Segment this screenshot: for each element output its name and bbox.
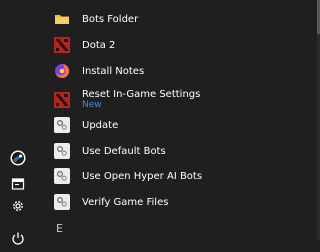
rail-settings-button[interactable] [0, 192, 36, 220]
app-list: Bots Folder Dota 2 Install Notes Reset I… [44, 0, 240, 240]
list-item-label: Update [82, 119, 119, 131]
list-item-label: Use Open Hyper AI Bots [82, 170, 203, 182]
gear-tile-icon [54, 194, 70, 210]
list-item-install-notes[interactable]: Install Notes [50, 58, 238, 84]
list-item-use-open-hyper-ai-bots[interactable]: Use Open Hyper AI Bots [50, 163, 238, 189]
list-item-bots-folder[interactable]: Bots Folder [50, 6, 238, 32]
start-menu-rail [0, 0, 36, 245]
section-header-e[interactable]: E [56, 222, 63, 235]
list-item-update[interactable]: Update [50, 112, 238, 138]
gear-tile-icon [54, 117, 70, 133]
settings-icon [13, 201, 23, 211]
new-badge: New [82, 100, 102, 110]
rail-power-button[interactable] [0, 224, 36, 252]
user-avatar-icon [10, 150, 26, 166]
list-item-label: Reset In-Game Settings [82, 89, 201, 100]
gear-tile-icon [54, 143, 70, 159]
dota-icon [54, 37, 70, 53]
list-item-label: Use Default Bots [82, 145, 166, 157]
rail-user-button[interactable] [0, 144, 36, 172]
list-item-label: Install Notes [82, 65, 145, 77]
firefox-icon [54, 63, 70, 79]
gear-tile-icon [54, 168, 70, 184]
list-item-verify-game-files[interactable]: Verify Game Files [50, 189, 238, 215]
power-icon [12, 232, 24, 245]
dota-icon [54, 92, 70, 108]
list-item-reset-in-game-settings[interactable]: Reset In-Game Settings New [50, 86, 238, 114]
list-item-use-default-bots[interactable]: Use Default Bots [50, 138, 238, 164]
list-item-label: Verify Game Files [82, 196, 169, 208]
documents-icon [11, 178, 25, 190]
list-item-label: Bots Folder [82, 13, 139, 25]
list-item-label: Dota 2 [82, 39, 116, 51]
folder-icon [54, 11, 70, 27]
list-item-dota-2[interactable]: Dota 2 [50, 32, 238, 58]
